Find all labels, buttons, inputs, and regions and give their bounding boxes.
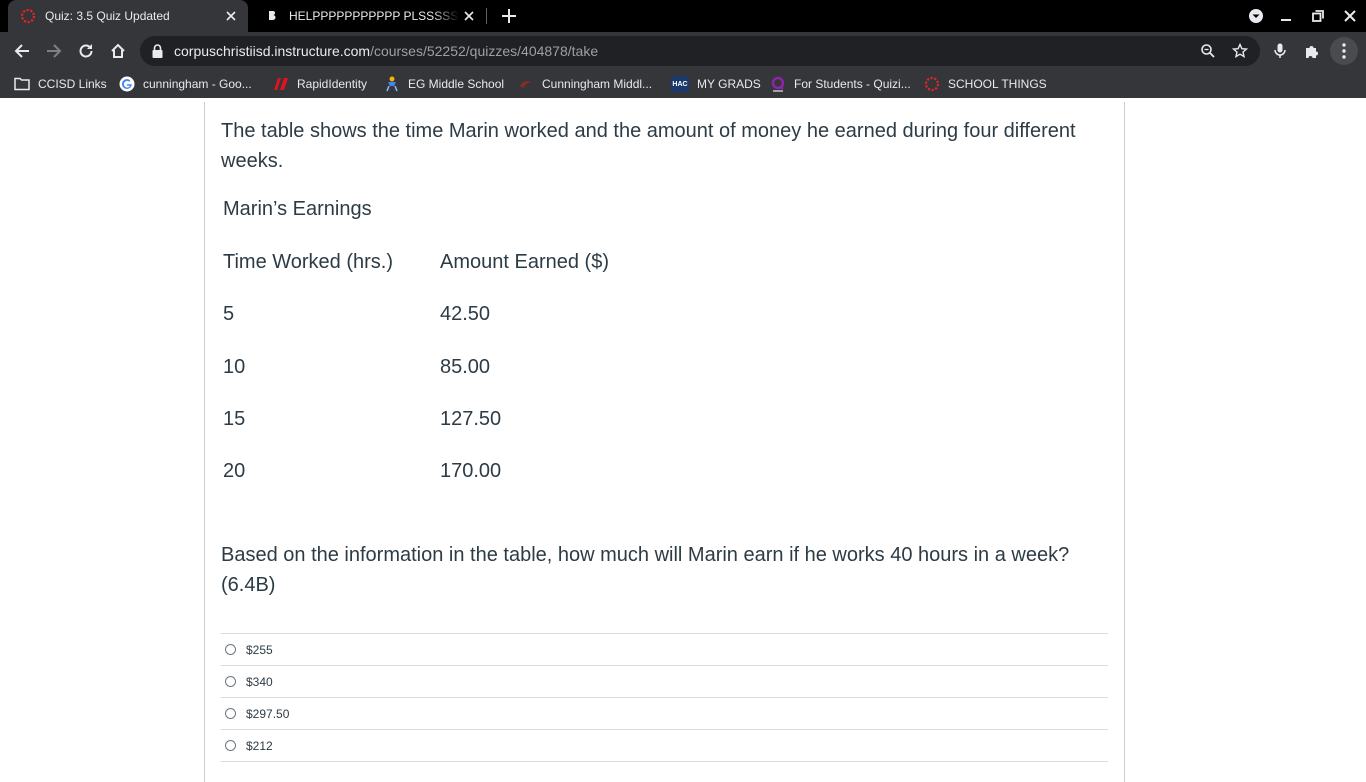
minimize-icon: [1281, 19, 1291, 21]
chevron-down-icon: [1249, 9, 1263, 23]
url-text: corpuschristiisd.instructure.com/courses…: [174, 43, 598, 59]
reload-icon: [79, 44, 93, 58]
bookmark-quizizz[interactable]: For Students - Quizi...: [770, 74, 911, 94]
bookmark-star-icon[interactable]: [1230, 41, 1250, 61]
close-tab-icon[interactable]: [459, 6, 479, 26]
school-icon: [384, 76, 400, 92]
answer-option[interactable]: $255: [221, 634, 1108, 666]
table-cell-amount: 85.00: [440, 356, 491, 378]
bookmark-label: cunningham - Goo...: [143, 77, 252, 91]
table-cell-amount: 170.00: [440, 460, 502, 482]
answer-option[interactable]: $212: [221, 730, 1108, 762]
folder-icon: [14, 76, 30, 92]
close-icon: [1344, 10, 1356, 22]
home-icon: [111, 43, 125, 58]
url-path: /courses/52252/quizzes/404878/take: [370, 43, 599, 59]
radio-button[interactable]: [225, 676, 236, 687]
bookmark-label: RapidIdentity: [297, 77, 368, 91]
table-cell-hours: 15: [223, 408, 246, 430]
tab-brainly[interactable]: HELPPPPPPPPPPP PLSSSSS A: [252, 0, 486, 32]
google-icon: [119, 76, 135, 92]
tab-quiz[interactable]: Quiz: 3.5 Quiz Updated: [8, 0, 248, 32]
quiz-page: The table shows the time Marin worked an…: [0, 102, 1366, 782]
bookmark-label: CCISD Links: [38, 77, 107, 91]
table-cell-hours: 5: [223, 303, 235, 325]
bookmark-label: MY GRADS: [697, 77, 761, 91]
hac-badge-text: HAC: [672, 80, 688, 88]
forward-button[interactable]: [40, 37, 68, 65]
bookmark-rapididentity[interactable]: RapidIdentity: [273, 74, 367, 94]
bookmark-label: Cunningham Middl...: [542, 77, 653, 91]
zoom-icon[interactable]: [1198, 41, 1218, 61]
back-button[interactable]: [8, 37, 36, 65]
question-prompt: Based on the information in the table, h…: [221, 544, 1070, 596]
bookmark-ccisd-links[interactable]: CCISD Links: [14, 74, 107, 94]
table-cell-hours: 20: [223, 460, 246, 482]
answer-option[interactable]: $340: [221, 666, 1108, 698]
restore-icon: [1312, 10, 1324, 22]
forward-arrow-icon: [47, 44, 62, 58]
bookmark-cunningham-middle[interactable]: Cunningham Middl...: [518, 74, 652, 94]
question-card: The table shows the time Marin worked an…: [204, 102, 1125, 782]
radio-button[interactable]: [225, 708, 236, 719]
quizizz-icon: [770, 76, 786, 92]
url-host: corpuschristiisd.instructure.com: [174, 43, 371, 59]
brainly-icon: [264, 8, 280, 24]
answer-label[interactable]: $212: [246, 739, 273, 753]
reload-button[interactable]: [72, 37, 100, 65]
extensions-puzzle-icon[interactable]: [1298, 37, 1326, 65]
kebab-menu-icon[interactable]: [1330, 37, 1358, 65]
back-arrow-icon: [14, 44, 29, 58]
bookmark-eg-middle-school[interactable]: EG Middle School: [384, 74, 504, 94]
canvas-icon: [20, 8, 36, 24]
question-intro-text: The table shows the time Marin worked an…: [221, 120, 1076, 172]
bookmark-label: EG Middle School: [408, 77, 505, 91]
table-header-amount: Amount Earned ($): [440, 251, 609, 273]
address-bar[interactable]: corpuschristiisd.instructure.com/courses…: [140, 36, 1260, 66]
tab-title: Quiz: 3.5 Quiz Updated: [45, 9, 170, 23]
answer-list: $255 $340 $297.50 $212: [221, 633, 1108, 762]
table-header-time: Time Worked (hrs.): [223, 251, 394, 273]
lock-icon[interactable]: [152, 44, 163, 63]
bookmark-cunningham-google[interactable]: cunningham - Goo...: [119, 74, 252, 94]
radio-button[interactable]: [225, 644, 236, 655]
radio-button[interactable]: [225, 740, 236, 751]
table-cell-amount: 42.50: [440, 303, 491, 325]
bookmark-label: SCHOOL THINGS: [948, 77, 1047, 91]
browser-toolbar: corpuschristiisd.instructure.com/courses…: [0, 32, 1366, 70]
rapididentity-icon: [273, 76, 289, 92]
bookmarks-bar: CCISD Links cunningham - Goo... RapidIde…: [0, 70, 1366, 98]
answer-label[interactable]: $297.50: [246, 707, 289, 721]
plus-icon: [502, 9, 516, 23]
cunningham-icon: [518, 76, 534, 92]
bookmark-label: For Students - Quizi...: [794, 77, 911, 91]
answer-option[interactable]: $297.50: [221, 698, 1108, 730]
restore-button[interactable]: [1306, 4, 1330, 28]
bookmark-school-things[interactable]: SCHOOL THINGS: [924, 74, 1047, 94]
home-button[interactable]: [104, 37, 132, 65]
tab-strip: Quiz: 3.5 Quiz Updated HELPPPPPPPPPPP PL…: [0, 0, 1366, 32]
table-title: Marin’s Earnings: [223, 198, 372, 220]
tab-divider: [486, 8, 487, 24]
minimize-button[interactable]: [1274, 4, 1298, 28]
bookmark-my-grads[interactable]: HAC MY GRADS: [671, 74, 761, 94]
close-window-button[interactable]: [1338, 4, 1362, 28]
close-tab-icon[interactable]: [221, 6, 241, 26]
tab-search-button[interactable]: [1244, 4, 1268, 28]
table-cell-amount: 127.50: [440, 408, 502, 430]
table-cell-hours: 10: [223, 356, 246, 378]
hac-icon: HAC: [671, 76, 689, 92]
answer-label[interactable]: $340: [246, 675, 273, 689]
mic-icon[interactable]: [1266, 37, 1294, 65]
answer-label[interactable]: $255: [246, 643, 273, 657]
canvas-icon: [924, 76, 940, 92]
new-tab-button[interactable]: [498, 5, 520, 27]
tab-title: HELPPPPPPPPPPP PLSSSSS A: [289, 9, 459, 23]
